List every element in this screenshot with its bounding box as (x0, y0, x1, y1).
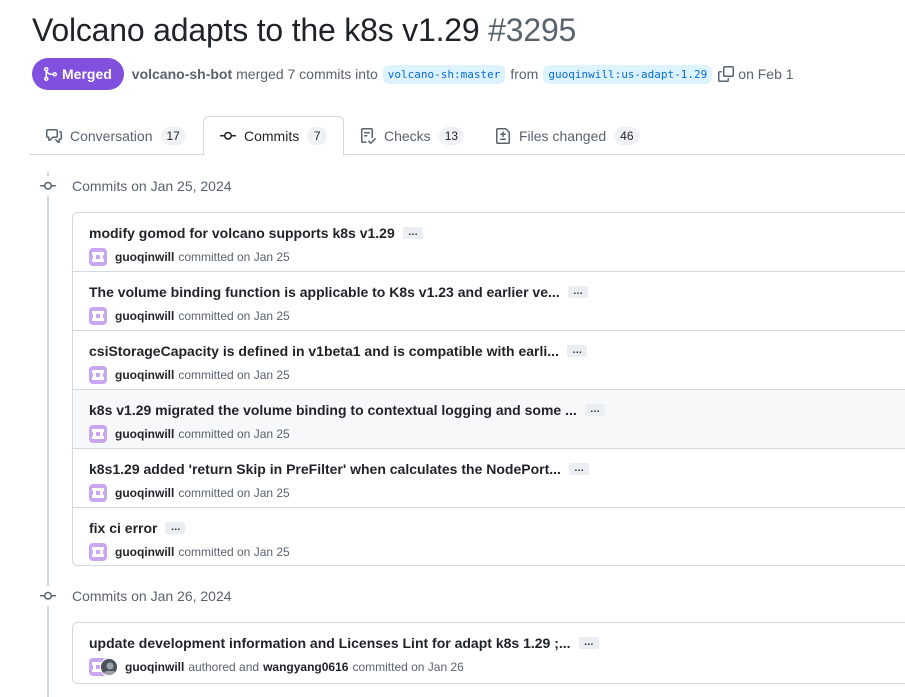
authored-text: authored and (188, 660, 260, 674)
from-text: from (510, 66, 539, 82)
tab-commits-count: 7 (307, 127, 328, 145)
tab-conversation[interactable]: Conversation 17 (30, 116, 202, 155)
commit-action: committed on Jan 25 (178, 545, 290, 559)
tab-checks[interactable]: Checks 13 (344, 116, 480, 155)
avatar-stack (89, 658, 119, 676)
commit-group-date: Commits on Jan 25, 2024 (38, 176, 232, 196)
commit-row[interactable]: csiStorageCapacity is defined in v1beta1… (73, 331, 905, 390)
copy-icon[interactable] (718, 66, 735, 82)
tab-commits[interactable]: Commits 7 (203, 116, 345, 156)
merged-text: merged 7 commits into (236, 66, 378, 82)
commit-action: committed on Jan 25 (178, 427, 290, 441)
pr-meta: Merged volcano-sh-bot merged 7 commits i… (32, 58, 794, 90)
commit-action: committed on Jan 25 (178, 486, 290, 500)
commit-list: update development information and Licen… (72, 622, 905, 684)
tab-checks-label: Checks (384, 127, 431, 144)
comment-discussion-icon (46, 128, 62, 143)
tab-files-changed-count: 46 (614, 126, 640, 145)
commit-group-date: Commits on Jan 26, 2024 (38, 586, 232, 606)
expand-message-button[interactable]: … (567, 286, 588, 298)
expand-message-button[interactable]: … (566, 345, 587, 357)
timeline-line (47, 172, 49, 697)
avatar[interactable] (100, 658, 118, 676)
avatar[interactable] (89, 425, 107, 443)
pr-tabs: Conversation 17 Commits 7 Checks 13 File… (30, 116, 905, 156)
commit-author-link[interactable]: guoqinwill (115, 309, 174, 323)
merged-status-label: Merged (62, 66, 112, 82)
pr-title-text: Volcano adapts to the k8s v1.29 (32, 12, 480, 48)
commit-group-date-label: Commits on Jan 25, 2024 (72, 178, 232, 194)
commit-action: committed on Jan 25 (178, 309, 290, 323)
commit-message-link[interactable]: fix ci error (89, 520, 157, 536)
commit-author-link[interactable]: guoqinwill (115, 250, 174, 264)
commit-row[interactable]: fix ci error … guoqinwill committed on J… (73, 508, 905, 565)
file-diff-icon (496, 127, 510, 144)
commit-message-link[interactable]: update development information and Licen… (89, 635, 571, 651)
commit-author-link[interactable]: guoqinwill (115, 545, 174, 559)
commit-message-link[interactable]: The volume binding function is applicabl… (89, 284, 560, 300)
commit-row[interactable]: modify gomod for volcano supports k8s v1… (73, 213, 905, 272)
tab-checks-count: 13 (438, 126, 465, 145)
commit-author-link[interactable]: guoqinwill (115, 427, 174, 441)
git-commit-icon (38, 176, 58, 196)
avatar[interactable] (89, 307, 107, 325)
git-commit-icon (38, 586, 58, 606)
avatar[interactable] (89, 248, 107, 266)
expand-message-button[interactable]: … (402, 227, 423, 239)
merger-author-link[interactable]: volcano-sh-bot (132, 66, 232, 82)
commit-row[interactable]: The volume binding function is applicabl… (73, 272, 905, 331)
expand-message-button[interactable]: … (165, 522, 186, 534)
pr-title: Volcano adapts to the k8s v1.29 #3295 (32, 12, 576, 49)
tab-conversation-count: 17 (160, 126, 186, 145)
tab-files-changed-label: Files changed (519, 127, 607, 144)
git-merge-icon (44, 67, 58, 81)
commit-author-link[interactable]: guoqinwill (115, 368, 174, 382)
pr-number: #3295 (488, 12, 577, 48)
commit-author-link[interactable]: guoqinwill (115, 486, 174, 500)
commit-group-date-label: Commits on Jan 26, 2024 (72, 588, 232, 604)
merge-date: on Feb 1 (738, 66, 794, 82)
checklist-icon (361, 127, 376, 144)
commit-message-link[interactable]: k8s v1.29 migrated the volume binding to… (89, 402, 577, 418)
git-commit-icon (220, 131, 236, 140)
commit-action: committed on Jan 25 (178, 250, 290, 264)
commit-list: modify gomod for volcano supports k8s v1… (72, 212, 905, 566)
head-branch-link[interactable]: guoqinwill:us-adapt-1.29 (543, 64, 713, 84)
merged-status-badge: Merged (32, 58, 124, 90)
avatar[interactable] (89, 484, 107, 502)
commit-author-link[interactable]: guoqinwill (125, 660, 184, 674)
commit-message-link[interactable]: modify gomod for volcano supports k8s v1… (89, 225, 395, 241)
commit-row[interactable]: update development information and Licen… (73, 623, 905, 683)
tab-conversation-label: Conversation (70, 127, 153, 144)
expand-message-button[interactable]: … (578, 637, 599, 649)
commit-action: committed on Jan 26 (352, 660, 464, 674)
tab-commits-label: Commits (244, 128, 300, 144)
expand-message-button[interactable]: … (568, 463, 589, 475)
commit-message-link[interactable]: csiStorageCapacity is defined in v1beta1… (89, 343, 559, 359)
avatar[interactable] (89, 543, 107, 561)
tab-files-changed[interactable]: Files changed 46 (479, 116, 656, 155)
commit-row[interactable]: k8s1.29 added 'return Skip in PreFilter'… (73, 449, 905, 508)
avatar[interactable] (89, 366, 107, 384)
commit-message-link[interactable]: k8s1.29 added 'return Skip in PreFilter'… (89, 461, 561, 477)
committer-link[interactable]: wangyang0616 (263, 660, 348, 674)
commit-row[interactable]: k8s v1.29 migrated the volume binding to… (73, 390, 905, 449)
commit-action: committed on Jan 25 (178, 368, 290, 382)
expand-message-button[interactable]: … (584, 404, 605, 416)
base-branch-link[interactable]: volcano-sh:master (382, 64, 506, 84)
